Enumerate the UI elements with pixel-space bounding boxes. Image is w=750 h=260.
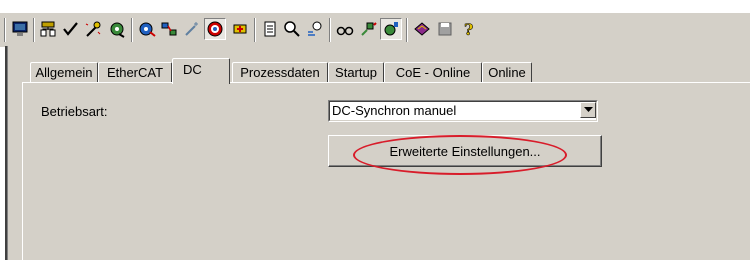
tab-allgemein[interactable]: Allgemein — [30, 62, 98, 82]
mode-select[interactable]: DC-Synchron manuel — [328, 100, 598, 122]
tab-label: EtherCAT — [106, 65, 164, 80]
tab-label: Startup — [335, 65, 377, 80]
tab-label: Allgemein — [35, 65, 93, 80]
toolbar-separator — [254, 18, 256, 42]
toolbar-separator — [329, 18, 331, 42]
dropdown-button[interactable] — [580, 102, 596, 118]
wizard-icon[interactable] — [82, 18, 104, 40]
network-icon[interactable] — [37, 18, 59, 40]
monitor-icon[interactable] — [9, 18, 31, 40]
search-icon[interactable] — [281, 18, 303, 40]
tab-online[interactable]: Online — [482, 62, 532, 82]
tab-label: Prozessdaten — [240, 65, 320, 80]
tab-label: DC — [183, 62, 202, 77]
check-icon[interactable] — [60, 18, 82, 40]
gear-arrow-icon[interactable] — [136, 18, 158, 40]
window: ? Allgemein EtherCAT DC Prozessdaten Sta… — [0, 0, 750, 260]
plug-icon[interactable] — [357, 18, 379, 40]
tab-prozessdaten[interactable]: Prozessdaten — [232, 62, 328, 82]
mode-label: Betriebsart: — [41, 104, 108, 119]
tab-label: CoE - Online — [395, 65, 471, 80]
network-scan-icon[interactable] — [158, 18, 180, 40]
find-replace-icon[interactable] — [304, 18, 326, 40]
help-icon[interactable]: ? — [457, 18, 479, 40]
tab-dc[interactable]: DC — [172, 58, 230, 84]
mode-select-value: DC-Synchron manuel — [332, 103, 457, 118]
svg-text:?: ? — [464, 20, 473, 38]
advanced-settings-button[interactable]: Erweiterte Einstellungen... — [328, 135, 602, 167]
toolbar-separator — [4, 18, 6, 42]
add-icon[interactable] — [229, 18, 251, 40]
document-icon[interactable] — [259, 18, 281, 40]
toolbar: ? — [0, 12, 750, 47]
tab-ethercat[interactable]: EtherCAT — [98, 62, 172, 82]
chevron-down-icon — [583, 107, 593, 112]
target-icon[interactable] — [204, 18, 226, 40]
tab-startup[interactable]: Startup — [328, 62, 384, 82]
tab-coe-online[interactable]: CoE - Online — [384, 62, 482, 82]
glasses-icon[interactable] — [334, 18, 356, 40]
tab-label: Online — [488, 65, 526, 80]
disk-icon[interactable] — [434, 18, 456, 40]
toolbar-separator — [33, 18, 35, 42]
toolbar-separator — [406, 18, 408, 42]
book-icon[interactable] — [411, 18, 433, 40]
gear-icon[interactable] — [106, 18, 128, 40]
wand-icon[interactable] — [181, 18, 203, 40]
device-icon[interactable] — [380, 18, 402, 40]
toolbar-separator — [131, 18, 133, 42]
